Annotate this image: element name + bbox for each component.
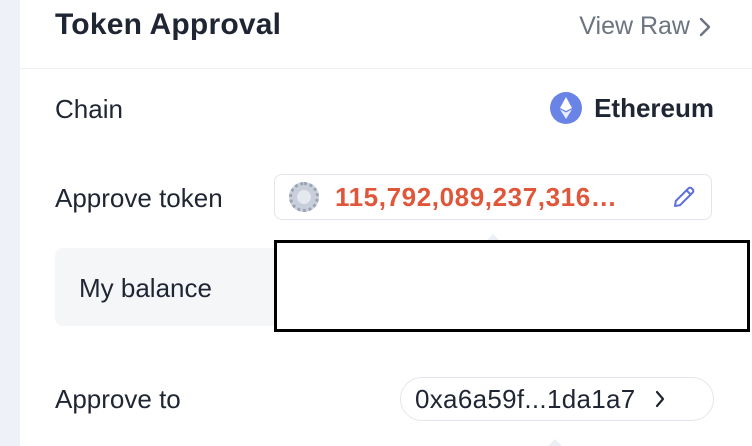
ethereum-icon xyxy=(550,92,583,124)
pencil-icon[interactable] xyxy=(671,184,697,210)
chain-label: Chain xyxy=(55,94,123,124)
chevron-right-icon xyxy=(699,17,711,36)
token-icon xyxy=(289,182,319,212)
spender-address: 0xa6a59f...1da1a7 xyxy=(415,383,636,414)
redacted-balance-box xyxy=(274,240,750,332)
approve-token-amount: 115,792,089,237,316… xyxy=(335,181,618,212)
left-sidebar-edge xyxy=(0,0,20,446)
chain-value: Ethereum xyxy=(550,92,714,124)
approve-token-label: Approve token xyxy=(55,183,223,213)
my-balance-label: My balance xyxy=(79,273,212,303)
chevron-right-icon xyxy=(655,390,664,408)
page-title: Token Approval xyxy=(55,8,282,41)
approve-to-label: Approve to xyxy=(55,384,181,414)
view-raw-link[interactable]: View Raw xyxy=(579,12,712,41)
header-divider xyxy=(20,68,752,69)
view-raw-label: View Raw xyxy=(579,12,690,40)
approve-to-address-pill[interactable]: 0xa6a59f...1da1a7 xyxy=(400,377,714,421)
tooltip-caret xyxy=(548,439,562,446)
chain-name: Ethereum xyxy=(594,92,714,123)
approve-token-amount-box[interactable]: 115,792,089,237,316… xyxy=(274,174,712,220)
